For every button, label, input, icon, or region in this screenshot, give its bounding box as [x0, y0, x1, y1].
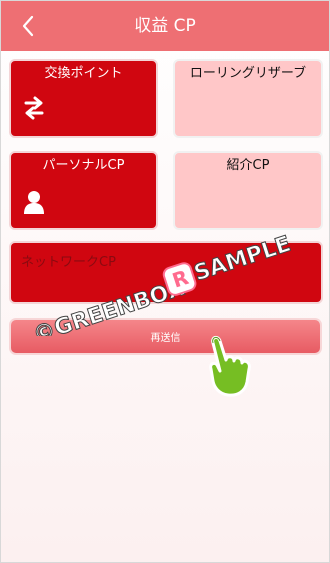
network-cp-label: ネットワークCP	[21, 255, 116, 270]
page-title: 収益 CP	[134, 16, 196, 36]
user-icon	[21, 189, 47, 215]
rolling-reserve-card[interactable]: ローリングリザーブ	[173, 59, 323, 138]
referral-cp-card[interactable]: 紹介CP	[173, 151, 323, 230]
exchange-points-label: 交換ポイント	[44, 66, 123, 81]
app-header: 収益 CP	[1, 1, 329, 51]
referral-cp-label: 紹介CP	[226, 158, 270, 173]
resend-button[interactable]: 再送信	[9, 318, 322, 355]
exchange-arrows-icon	[21, 95, 47, 121]
rolling-reserve-label: ローリングリザーブ	[189, 66, 307, 81]
personal-cp-label: パーソナルCP	[42, 158, 125, 173]
personal-cp-card[interactable]: パーソナルCP	[9, 151, 158, 230]
network-cp-card[interactable]: ネットワークCP	[9, 241, 323, 304]
resend-button-label: 再送信	[150, 333, 181, 344]
exchange-points-card[interactable]: 交換ポイント	[9, 59, 158, 138]
